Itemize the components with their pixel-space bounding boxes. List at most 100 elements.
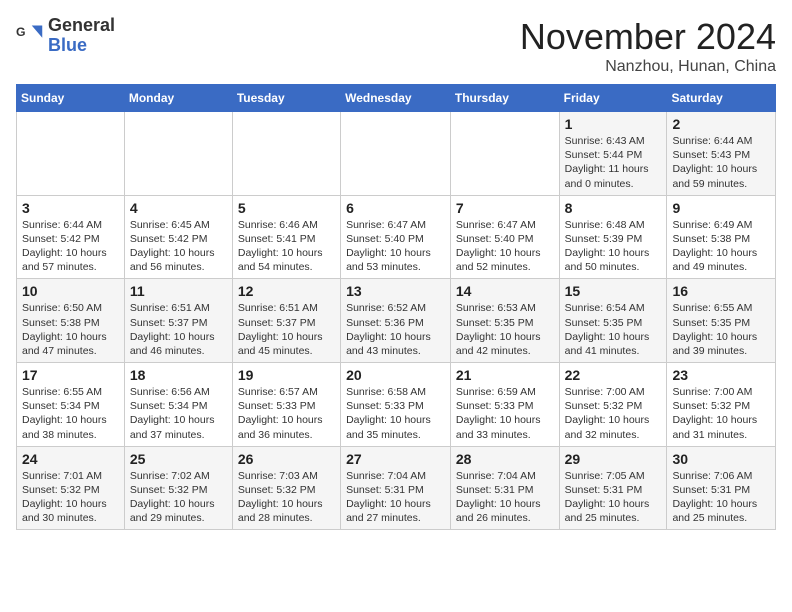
title-area: November 2024 Nanzhou, Hunan, China xyxy=(520,16,776,76)
day-info: Sunrise: 7:05 AMSunset: 5:31 PMDaylight:… xyxy=(565,469,662,526)
calendar-cell: 24Sunrise: 7:01 AMSunset: 5:32 PMDayligh… xyxy=(17,446,125,530)
weekday-header-row: SundayMondayTuesdayWednesdayThursdayFrid… xyxy=(17,85,776,112)
day-number: 11 xyxy=(130,283,227,299)
calendar-cell: 16 Sunrise: 6:55 AMSunset: 5:35 PMDayligh… xyxy=(667,279,776,363)
weekday-header-monday: Monday xyxy=(124,85,232,112)
day-info: Sunrise: 6:57 AMSunset: 5:33 PMDaylight:… xyxy=(238,385,335,442)
day-number: 9 xyxy=(672,200,770,216)
day-number: 6 xyxy=(346,200,445,216)
day-number: 4 xyxy=(130,200,227,216)
day-number: 30 xyxy=(672,451,770,467)
day-info: Sunrise: 6:49 AMSunset: 5:38 PMDaylight:… xyxy=(672,218,770,275)
header: G General Blue November 2024 Nanzhou, Hu… xyxy=(16,16,776,76)
day-info: Sunrise: 7:06 AMSunset: 5:31 PMDaylight:… xyxy=(672,469,770,526)
weekday-header-thursday: Thursday xyxy=(450,85,559,112)
day-info: Sunrise: 6:54 AMSunset: 5:35 PMDaylight:… xyxy=(565,301,662,358)
day-info: Sunrise: 6:50 AMSunset: 5:38 PMDaylight:… xyxy=(22,301,119,358)
day-info: Sunrise: 6:58 AMSunset: 5:33 PMDaylight:… xyxy=(346,385,445,442)
calendar-cell xyxy=(450,112,559,196)
day-number: 8 xyxy=(565,200,662,216)
day-number: 28 xyxy=(456,451,554,467)
calendar-cell: 30 Sunrise: 7:06 AMSunset: 5:31 PMDayligh… xyxy=(667,446,776,530)
day-number: 22 xyxy=(565,367,662,383)
calendar-cell: 13 Sunrise: 6:52 AMSunset: 5:36 PMDayligh… xyxy=(341,279,451,363)
day-info: Sunrise: 6:59 AMSunset: 5:33 PMDaylight:… xyxy=(456,385,554,442)
calendar-cell: 28 Sunrise: 7:04 AMSunset: 5:31 PMDayligh… xyxy=(450,446,559,530)
day-info: Sunrise: 6:47 AMSunset: 5:40 PMDaylight:… xyxy=(346,218,445,275)
logo-blue: Blue xyxy=(48,35,87,55)
calendar-cell: 17Sunrise: 6:55 AMSunset: 5:34 PMDayligh… xyxy=(17,363,125,447)
day-number: 15 xyxy=(565,283,662,299)
day-number: 17 xyxy=(22,367,119,383)
weekday-header-saturday: Saturday xyxy=(667,85,776,112)
calendar-cell: 18Sunrise: 6:56 AMSunset: 5:34 PMDayligh… xyxy=(124,363,232,447)
day-info: Sunrise: 7:04 AMSunset: 5:31 PMDaylight:… xyxy=(456,469,554,526)
day-info: Sunrise: 6:46 AMSunset: 5:41 PMDaylight:… xyxy=(238,218,335,275)
calendar-table: SundayMondayTuesdayWednesdayThursdayFrid… xyxy=(16,84,776,530)
day-number: 29 xyxy=(565,451,662,467)
weekday-header-sunday: Sunday xyxy=(17,85,125,112)
day-info: Sunrise: 6:43 AMSunset: 5:44 PMDaylight:… xyxy=(565,134,662,191)
calendar-cell: 15 Sunrise: 6:54 AMSunset: 5:35 PMDayligh… xyxy=(559,279,667,363)
weekday-header-wednesday: Wednesday xyxy=(341,85,451,112)
day-number: 13 xyxy=(346,283,445,299)
day-info: Sunrise: 6:48 AMSunset: 5:39 PMDaylight:… xyxy=(565,218,662,275)
day-number: 7 xyxy=(456,200,554,216)
calendar-cell: 21 Sunrise: 6:59 AMSunset: 5:33 PMDayligh… xyxy=(450,363,559,447)
calendar-cell: 4 Sunrise: 6:45 AMSunset: 5:42 PMDaylight… xyxy=(124,195,232,279)
day-number: 20 xyxy=(346,367,445,383)
calendar-cell: 27 Sunrise: 7:04 AMSunset: 5:31 PMDayligh… xyxy=(341,446,451,530)
logo: G General Blue xyxy=(16,16,115,56)
day-number: 12 xyxy=(238,283,335,299)
calendar-cell: 5 Sunrise: 6:46 AMSunset: 5:41 PMDaylight… xyxy=(232,195,340,279)
calendar-cell: 6 Sunrise: 6:47 AMSunset: 5:40 PMDaylight… xyxy=(341,195,451,279)
calendar-cell xyxy=(124,112,232,196)
logo-icon: G xyxy=(16,22,44,50)
day-info: Sunrise: 6:55 AMSunset: 5:35 PMDaylight:… xyxy=(672,301,770,358)
calendar-cell xyxy=(17,112,125,196)
day-info: Sunrise: 7:04 AMSunset: 5:31 PMDaylight:… xyxy=(346,469,445,526)
calendar-cell: 2Sunrise: 6:44 AMSunset: 5:43 PMDaylight… xyxy=(667,112,776,196)
day-info: Sunrise: 6:51 AMSunset: 5:37 PMDaylight:… xyxy=(130,301,227,358)
calendar-cell: 25 Sunrise: 7:02 AMSunset: 5:32 PMDayligh… xyxy=(124,446,232,530)
week-row-5: 24Sunrise: 7:01 AMSunset: 5:32 PMDayligh… xyxy=(17,446,776,530)
day-info: Sunrise: 6:44 AMSunset: 5:42 PMDaylight:… xyxy=(22,218,119,275)
logo-general: General xyxy=(48,15,115,35)
day-info: Sunrise: 6:47 AMSunset: 5:40 PMDaylight:… xyxy=(456,218,554,275)
calendar-cell: 3 Sunrise: 6:44 AMSunset: 5:42 PMDaylight… xyxy=(17,195,125,279)
day-number: 1 xyxy=(565,116,662,132)
location-subtitle: Nanzhou, Hunan, China xyxy=(520,58,776,76)
day-info: Sunrise: 7:00 AMSunset: 5:32 PMDaylight:… xyxy=(565,385,662,442)
day-number: 3 xyxy=(22,200,119,216)
day-info: Sunrise: 7:00 AMSunset: 5:32 PMDaylight:… xyxy=(672,385,770,442)
day-number: 25 xyxy=(130,451,227,467)
week-row-2: 3 Sunrise: 6:44 AMSunset: 5:42 PMDaylight… xyxy=(17,195,776,279)
calendar-cell xyxy=(232,112,340,196)
day-number: 10 xyxy=(22,283,119,299)
day-number: 27 xyxy=(346,451,445,467)
day-info: Sunrise: 6:45 AMSunset: 5:42 PMDaylight:… xyxy=(130,218,227,275)
calendar-cell xyxy=(341,112,451,196)
calendar-cell: 9 Sunrise: 6:49 AMSunset: 5:38 PMDaylight… xyxy=(667,195,776,279)
day-number: 16 xyxy=(672,283,770,299)
day-info: Sunrise: 6:44 AMSunset: 5:43 PMDaylight:… xyxy=(672,134,770,191)
weekday-header-tuesday: Tuesday xyxy=(232,85,340,112)
week-row-1: 1 Sunrise: 6:43 AMSunset: 5:44 PMDaylight… xyxy=(17,112,776,196)
day-info: Sunrise: 6:56 AMSunset: 5:34 PMDaylight:… xyxy=(130,385,227,442)
calendar-cell: 1 Sunrise: 6:43 AMSunset: 5:44 PMDaylight… xyxy=(559,112,667,196)
week-row-3: 10 Sunrise: 6:50 AMSunset: 5:38 PMDayligh… xyxy=(17,279,776,363)
weekday-header-friday: Friday xyxy=(559,85,667,112)
day-number: 5 xyxy=(238,200,335,216)
day-info: Sunrise: 7:02 AMSunset: 5:32 PMDaylight:… xyxy=(130,469,227,526)
day-info: Sunrise: 7:01 AMSunset: 5:32 PMDaylight:… xyxy=(22,469,119,526)
calendar-cell: 22 Sunrise: 7:00 AMSunset: 5:32 PMDayligh… xyxy=(559,363,667,447)
calendar-cell: 20 Sunrise: 6:58 AMSunset: 5:33 PMDayligh… xyxy=(341,363,451,447)
logo-text: General Blue xyxy=(48,16,115,56)
calendar-cell: 12Sunrise: 6:51 AMSunset: 5:37 PMDayligh… xyxy=(232,279,340,363)
day-number: 19 xyxy=(238,367,335,383)
calendar-cell: 19 Sunrise: 6:57 AMSunset: 5:33 PMDayligh… xyxy=(232,363,340,447)
day-info: Sunrise: 6:52 AMSunset: 5:36 PMDaylight:… xyxy=(346,301,445,358)
week-row-4: 17Sunrise: 6:55 AMSunset: 5:34 PMDayligh… xyxy=(17,363,776,447)
calendar-cell: 7 Sunrise: 6:47 AMSunset: 5:40 PMDaylight… xyxy=(450,195,559,279)
day-number: 21 xyxy=(456,367,554,383)
